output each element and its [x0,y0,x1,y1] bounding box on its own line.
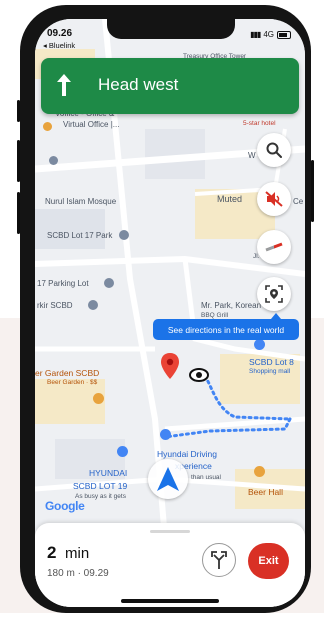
live-view-icon [265,285,283,303]
signal-icon: ▮▮▮ [250,30,261,39]
home-indicator[interactable] [121,599,219,603]
live-view-spot-icon[interactable] [189,368,209,382]
phone-volume-up [17,140,20,182]
status-indicators: ▮▮▮ 4G [250,30,291,39]
map-label-beer-hall: Beer Hall [248,487,283,497]
trip-duration-value: 2 [47,543,57,562]
poi-icon [49,156,58,165]
search-icon [266,142,282,158]
exit-navigation-button[interactable]: Exit [248,543,289,579]
map-label-parking17: 17 Parking Lot [37,279,89,288]
mute-icon [265,191,283,207]
poi-icon [43,122,52,131]
phone-notch [107,19,235,39]
map-label-shopping: Shopping mall [249,368,291,375]
compass-icon [265,242,283,252]
map-label-usual: than usual [191,474,221,481]
map-label-virtual-office: Virtual Office |... [63,120,120,129]
poi-icon [104,278,114,288]
google-logo: Google [45,499,85,513]
navigation-arrow-icon [157,467,179,491]
place-pin-icon[interactable] [161,353,179,379]
map-label-bbq: BBQ Grill [201,312,229,319]
map-label-beer-garden: er Garden SCBD [35,368,100,378]
current-location-marker [148,459,188,499]
compass-button[interactable] [257,230,291,264]
map-label-mrpark: Mr. Park, Korean [201,301,262,310]
map-label-scbd8: SCBD Lot 8 [249,357,294,367]
route-options-icon [211,551,227,569]
map-label-mosque: Nurul Islam Mosque [45,197,117,206]
poi-icon [160,429,171,440]
sheet-drag-handle[interactable] [150,530,190,533]
trip-duration-unit: min [65,545,90,562]
mute-button[interactable] [257,182,291,216]
back-to-app-link[interactable]: ◂ Bluelink [43,41,75,50]
poi-icon [254,339,265,350]
phone-power-button [311,160,314,222]
poi-icon [119,230,129,240]
phone-volume-down [17,192,20,234]
status-time: 09.26 [47,28,73,39]
navigation-banner[interactable]: Head west [41,58,299,114]
battery-icon [277,30,291,39]
straight-arrow-icon [57,74,71,96]
navigation-instruction: Head west [98,75,179,94]
map-label-we: W [248,151,256,160]
map-label-rkir: rkir SCBD [37,301,73,310]
route-options-button[interactable] [202,543,236,577]
tooltip-text: See directions in the real world [167,324,285,335]
map-label-hyundai-driving: Hyundai Driving [157,449,217,459]
trip-summary-sheet[interactable]: 2 min 180 m · 09.29 Exit [35,523,305,607]
exit-label: Exit [258,555,279,567]
map-label-beer-garden-sub: Beer Garden · $$ [47,379,98,386]
map-label-ce: Ce [293,197,304,206]
map-label-muted: Muted [217,194,243,204]
poi-icon [117,446,128,457]
phone-side-button [17,100,20,122]
map-label-hyundai: HYUNDAI [89,468,128,478]
map-label-hotel: 5-star hotel [243,120,276,127]
map-label-scbd19: SCBD LOT 19 [73,481,128,491]
live-view-tooltip[interactable]: See directions in the real world [153,319,299,340]
map-label-scbd17: SCBD Lot 17 Park [47,231,113,240]
search-button[interactable] [257,133,291,167]
poi-icon [93,393,104,404]
phone-screen: 09.26 ◂ Bluelink ▮▮▮ 4G Treasury Office … [35,19,305,607]
trip-distance-eta: 180 m · 09.29 [47,568,109,579]
network-label: 4G [263,30,274,39]
poi-icon [254,466,265,477]
live-view-button[interactable] [257,277,291,311]
poi-icon [88,300,98,310]
